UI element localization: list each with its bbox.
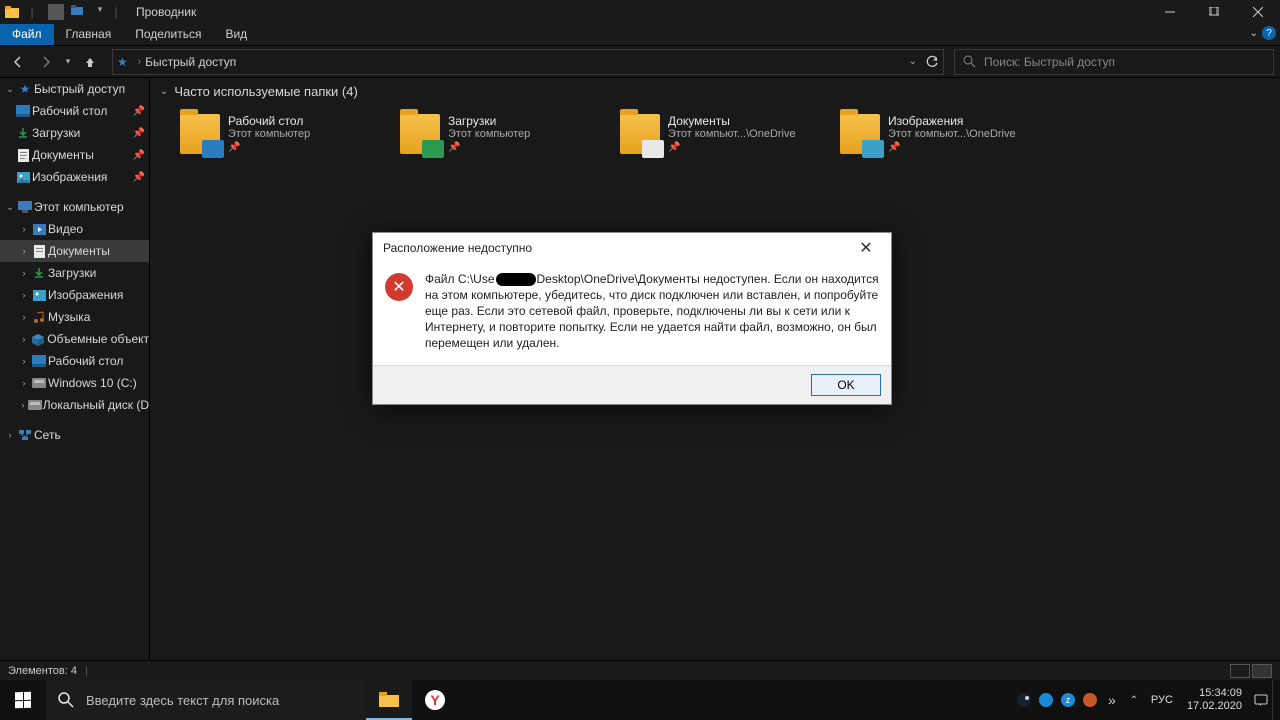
dialog-text: Файл C:\UseDesktop\OneDrive\Документы не… — [425, 271, 879, 351]
dialog-text-pre: Файл C:\Use — [425, 272, 495, 286]
error-dialog: Расположение недоступно ✕ ✕ Файл C:\UseD… — [372, 232, 892, 405]
dialog-close-button[interactable]: ✕ — [851, 238, 881, 258]
dialog-ok-button[interactable]: OK — [811, 374, 881, 396]
dialog-overlay: Расположение недоступно ✕ ✕ Файл C:\UseD… — [0, 0, 1280, 720]
redacted-username — [496, 273, 536, 286]
dialog-title: Расположение недоступно — [383, 241, 532, 255]
error-icon: ✕ — [385, 273, 413, 301]
